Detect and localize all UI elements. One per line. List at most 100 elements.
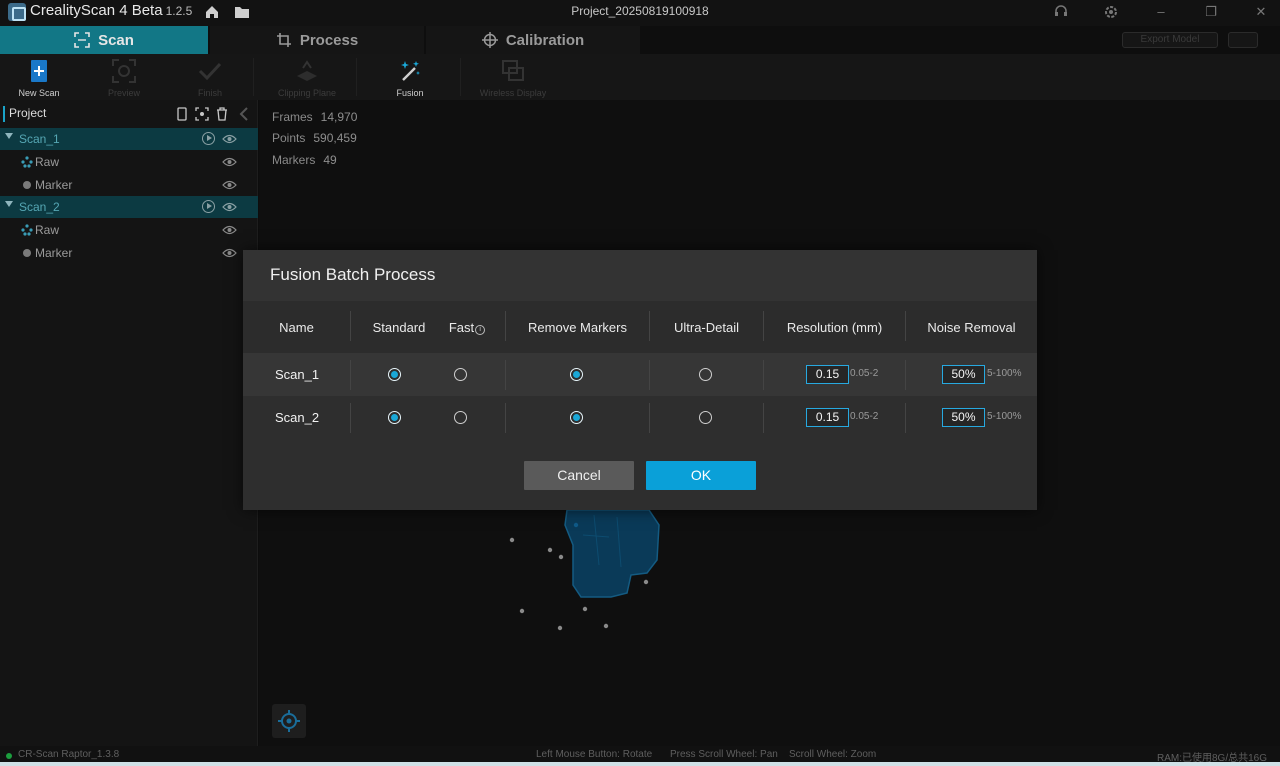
export-model-button[interactable]: Export Model [1122,32,1218,48]
tree-scan-1[interactable]: Scan_1 [0,128,258,150]
noise-removal-input[interactable]: 50% [942,408,985,427]
visibility-eye-icon[interactable] [222,247,237,259]
target-icon [278,710,300,732]
noise-removal-input[interactable]: 50% [942,365,985,384]
tab-scan-label: Scan [98,31,134,49]
ok-button[interactable]: OK [646,461,756,490]
expand-caret-icon[interactable] [5,133,13,139]
expand-caret-icon[interactable] [5,201,13,207]
locate-view-button[interactable] [272,704,306,738]
tree-marker[interactable]: Marker [0,242,258,264]
support-icon[interactable] [1053,4,1069,20]
column-divider [649,360,650,390]
col-fast-label: Fast [448,320,475,335]
fusion-wand-icon [401,61,420,81]
standard-radio[interactable] [388,368,401,381]
visibility-eye-icon[interactable] [222,133,237,145]
scan-name: Scan_2 [19,200,60,214]
settings-gear-icon[interactable] [1103,4,1119,20]
wireless-display-icon [502,60,524,81]
preview-icon [112,59,136,83]
tab-scan[interactable]: Scan [0,26,208,54]
row-scan-name: Scan_2 [275,410,320,425]
delete-icon[interactable] [215,107,229,121]
preview-button[interactable]: Preview [79,58,169,98]
visibility-eye-icon[interactable] [222,156,237,168]
cancel-button[interactable]: Cancel [524,461,634,490]
minimize-button[interactable]: – [1151,3,1171,21]
column-divider [763,403,764,433]
fast-radio[interactable] [454,368,467,381]
tree-marker[interactable]: Marker [0,174,258,196]
noise-range: 5-100% [987,368,1022,379]
tab-calibration-label: Calibration [505,31,585,49]
wireless-display-button[interactable]: Wireless Display [468,58,558,98]
column-divider [649,403,650,433]
play-icon[interactable] [202,132,215,145]
new-scan-button[interactable]: New Scan [0,58,84,98]
table-header-row: Name Standard Fast i Remove Markers Ultra… [243,301,1037,353]
project-title: Project [9,106,47,120]
standard-radio[interactable] [388,411,401,424]
visibility-eye-icon[interactable] [222,224,237,236]
resolution-range: 0.05-2 [850,411,879,422]
close-button[interactable]: ✕ [1251,3,1271,21]
tab-process[interactable]: Process [210,26,424,54]
export-share-button[interactable] [1228,32,1258,48]
fusion-button[interactable]: Fusion [365,58,455,98]
resolution-input[interactable]: 0.15 [806,365,849,384]
column-divider [505,360,506,390]
tab-calibration[interactable]: Calibration [426,26,640,54]
tree-raw[interactable]: Raw [0,151,258,173]
scan-frame-icon [74,32,90,48]
fit-view-icon[interactable] [195,107,209,121]
tree-scan-2[interactable]: Scan_2 [0,196,258,218]
col-ultra-detail: Ultra-Detail [673,320,739,335]
column-divider [350,403,351,433]
info-icon[interactable]: i [475,325,486,335]
marker-dot-icon [23,181,31,189]
column-divider [905,360,906,390]
table-row: Scan_2 0.15 0.05-2 50% 5-100% [243,396,1037,439]
finish-button[interactable]: Finish [165,58,255,98]
new-scan-icon [31,60,47,82]
tab-process-label: Process [299,31,359,49]
crop-icon [276,33,291,47]
taskbar-edge [0,762,1280,766]
markers-stat: Markers 49 [272,153,337,167]
play-icon[interactable] [202,200,215,213]
resolution-input[interactable]: 0.15 [806,408,849,427]
tree-raw[interactable]: Raw [0,219,258,241]
remove-markers-radio[interactable] [570,368,583,381]
project-header: Project [0,100,258,128]
resolution-range: 0.05-2 [850,368,879,379]
ultra-detail-radio[interactable] [699,411,712,424]
collapse-panel-icon[interactable] [237,107,251,121]
col-standard: Standard [372,320,426,335]
new-scan-label: New Scan [18,88,60,98]
remove-markers-radio[interactable] [570,411,583,424]
visibility-eye-icon[interactable] [222,201,237,213]
marker-label: Marker [35,246,73,260]
clipping-plane-label: Clipping Plane [277,88,337,98]
frames-value: 14,970 [320,110,358,124]
raw-points-icon [21,224,33,236]
hint-zoom: Scroll Wheel: Zoom [789,749,877,760]
restore-button[interactable]: ❐ [1201,3,1221,21]
toolbar-divider [460,58,461,96]
scan-name: Scan_1 [19,132,60,146]
noise-range: 5-100% [987,411,1022,422]
title-bar: CrealityScan 4 Beta 1.2.5 Project_2025081… [0,0,1280,26]
column-divider [905,403,906,433]
ultra-detail-radio[interactable] [699,368,712,381]
markers-label: Markers [272,153,316,167]
marker-label: Marker [35,178,73,192]
hint-rotate: Left Mouse Button: Rotate [536,749,653,760]
row-scan-name: Scan_1 [275,367,320,382]
preview-label: Preview [107,88,140,98]
toolbar-divider [253,58,254,96]
fast-radio[interactable] [454,411,467,424]
visibility-eye-icon[interactable] [222,179,237,191]
clipping-plane-button[interactable]: Clipping Plane [262,58,352,98]
device-icon[interactable] [175,107,189,121]
